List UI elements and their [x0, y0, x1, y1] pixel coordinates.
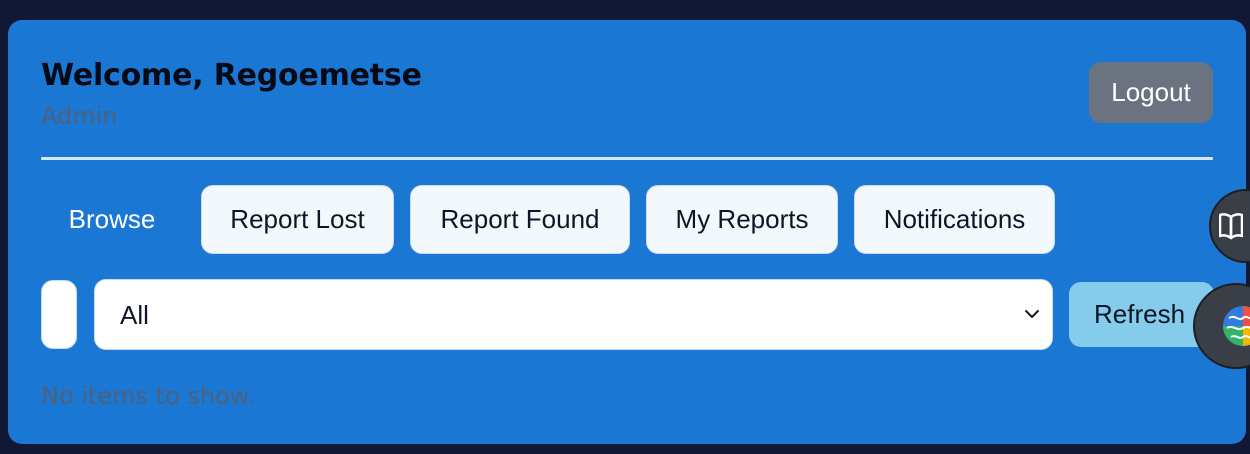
- status-filter-value: All: [120, 300, 149, 330]
- book-icon: [1219, 213, 1243, 240]
- tab-browse[interactable]: Browse: [41, 185, 183, 254]
- empty-state-message: No items to show.: [41, 382, 255, 410]
- status-filter-select[interactable]: All: [94, 279, 1053, 350]
- logout-button[interactable]: Logout: [1089, 62, 1213, 123]
- dashboard-card: Welcome, Regoemetse Admin Logout Browse …: [8, 20, 1246, 444]
- refresh-button[interactable]: Refresh: [1069, 282, 1214, 347]
- tab-report-found[interactable]: Report Found: [410, 185, 630, 254]
- tab-notifications[interactable]: Notifications: [854, 185, 1055, 254]
- header-divider: [41, 157, 1213, 160]
- brain-icon: [1223, 306, 1250, 346]
- tab-report-lost[interactable]: Report Lost: [201, 185, 394, 254]
- chevron-down-icon: [1025, 310, 1039, 318]
- user-role: Admin: [41, 102, 118, 130]
- tab-my-reports[interactable]: My Reports: [646, 185, 838, 254]
- search-input[interactable]: [41, 280, 77, 349]
- welcome-heading: Welcome, Regoemetse: [41, 58, 422, 93]
